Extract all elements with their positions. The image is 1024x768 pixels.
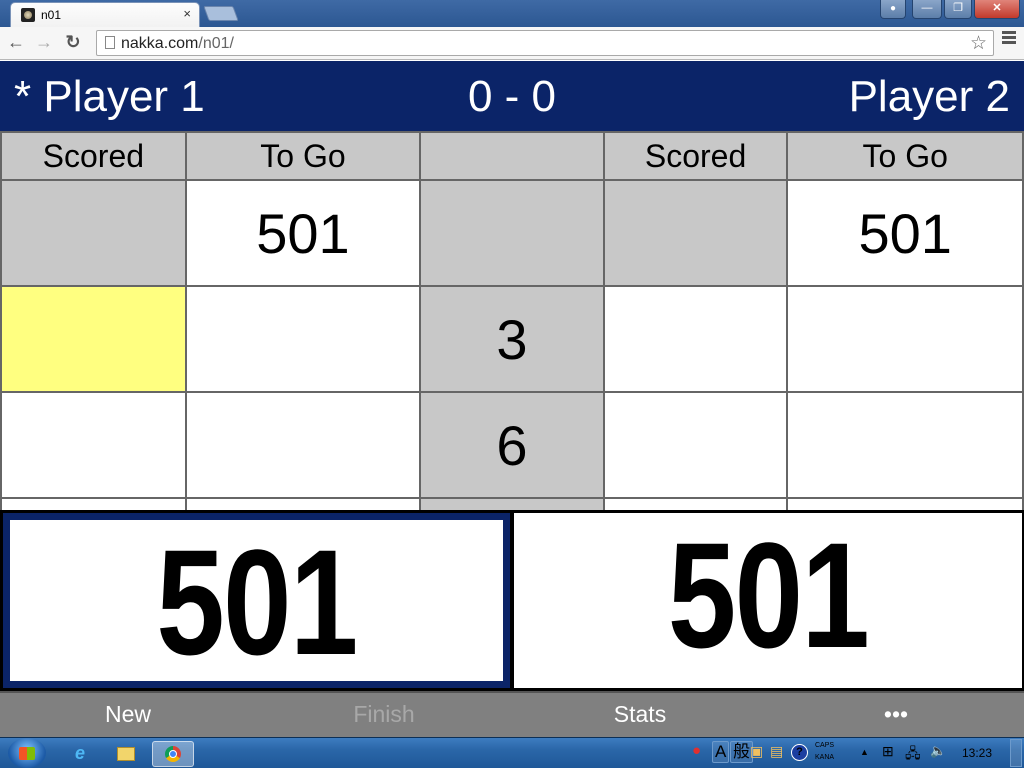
- darts-cell: 6: [419, 391, 605, 499]
- p2-scored-cell[interactable]: [602, 497, 789, 510]
- p2-togo-cell: [786, 497, 1024, 510]
- ime-status[interactable]: CAPS KANA: [815, 740, 834, 764]
- caps-indicator: CAPS: [815, 742, 835, 749]
- p1-scored-cell: [0, 179, 187, 287]
- p1-togo-cell: 501: [184, 179, 422, 287]
- new-tab-button[interactable]: [203, 6, 239, 21]
- clock[interactable]: 13:23: [962, 746, 992, 760]
- windows-taskbar: e ● A 般 ▣ ▤ ? CAPS KANA ▲ ⊞ 🖧 🔈 13:23: [0, 737, 1024, 768]
- browser-toolbar: ← → ↻ nakka.com/n01/ ☆: [0, 27, 1024, 60]
- player1-active-frame: 501: [3, 513, 510, 688]
- back-arrow-icon[interactable]: ←: [6, 32, 26, 53]
- bookmark-star-icon[interactable]: ☆: [970, 32, 987, 55]
- player1-name[interactable]: * Player 1: [14, 72, 205, 122]
- player2-remaining-panel: 501: [512, 510, 1024, 691]
- player2-frame: 501: [514, 513, 1022, 688]
- p2-scored-cell[interactable]: [602, 391, 789, 499]
- p1-togo-cell: [184, 391, 422, 499]
- show-desktop-button[interactable]: [1010, 739, 1022, 767]
- new-game-button[interactable]: New: [0, 693, 256, 737]
- game-header: 0 - 0 * Player 1 Player 2: [0, 61, 1024, 131]
- browser-tab[interactable]: n01 ×: [10, 2, 200, 27]
- url-host: nakka.com: [121, 35, 199, 52]
- table-row: 6: [0, 391, 1024, 499]
- ime-tools-icon[interactable]: ▤: [770, 743, 783, 760]
- ime-pad-icon[interactable]: ▣: [750, 743, 763, 760]
- table-row: 3: [0, 285, 1024, 393]
- ime-pin-icon[interactable]: ●: [692, 742, 701, 759]
- user-profile-button[interactable]: ●: [880, 0, 906, 19]
- reload-icon[interactable]: ↻: [63, 32, 83, 53]
- darts-cell: [419, 179, 605, 287]
- restore-icon: ❐: [953, 2, 963, 14]
- p2-togo-cell: [786, 285, 1024, 393]
- darts-header: [419, 131, 605, 181]
- p2-togo-cell: 501: [786, 179, 1024, 287]
- player1-remaining-panel: 501: [0, 510, 513, 691]
- kana-indicator: KANA: [815, 754, 835, 761]
- player1-remaining-score: 501: [156, 518, 358, 686]
- p2-togo-cell: [786, 391, 1024, 499]
- footer-toolbar: New Finish Stats •••: [0, 691, 1024, 737]
- player2-name[interactable]: Player 2: [849, 72, 1010, 122]
- chrome-taskbar-icon[interactable]: [152, 741, 194, 767]
- p1-score-input-cell[interactable]: [0, 285, 187, 393]
- tab-close-icon[interactable]: ×: [183, 6, 191, 21]
- board-header-row: Scored To Go Scored To Go: [0, 131, 1024, 181]
- maximize-button[interactable]: ❐: [944, 0, 972, 19]
- darts-cell: [419, 497, 605, 510]
- page-icon: [105, 36, 115, 49]
- p2-togo-header: To Go: [786, 131, 1024, 181]
- p1-scored-cell[interactable]: [0, 497, 187, 510]
- score-board: Scored To Go Scored To Go 501 501 3 6: [0, 131, 1024, 510]
- url-text[interactable]: nakka.com/n01/: [121, 35, 234, 53]
- p2-scored-header: Scored: [602, 131, 789, 181]
- ime-input-mode[interactable]: A: [712, 741, 730, 763]
- p2-scored-cell[interactable]: [602, 285, 789, 393]
- chrome-menu-icon[interactable]: [1002, 31, 1016, 46]
- p2-scored-cell: [602, 179, 789, 287]
- network-icon[interactable]: 🖧: [905, 743, 921, 767]
- p1-togo-header: To Go: [184, 131, 422, 181]
- p1-scored-cell[interactable]: [0, 391, 187, 499]
- dartboard-favicon-icon: [21, 8, 35, 22]
- p1-togo-cell: [184, 285, 422, 393]
- show-hidden-icons[interactable]: ▲: [860, 747, 869, 757]
- start-button[interactable]: [8, 738, 46, 768]
- more-options-button[interactable]: •••: [768, 693, 1024, 737]
- minimize-icon: —: [921, 2, 933, 14]
- player2-remaining-score: 501: [667, 511, 870, 679]
- close-icon: ✕: [992, 2, 1002, 14]
- minimize-button[interactable]: —: [912, 0, 942, 19]
- help-icon[interactable]: ?: [791, 744, 808, 761]
- p1-scored-header: Scored: [0, 131, 187, 181]
- file-explorer-icon[interactable]: [104, 741, 148, 767]
- forward-arrow-icon[interactable]: →: [34, 32, 54, 53]
- browser-titlebar: n01 × ● — ❐ ✕: [0, 0, 1024, 27]
- table-row: 501 501: [0, 179, 1024, 287]
- close-window-button[interactable]: ✕: [974, 0, 1020, 19]
- p1-togo-cell: [184, 497, 422, 510]
- stats-button[interactable]: Stats: [512, 693, 768, 737]
- volume-icon[interactable]: 🔈: [930, 743, 946, 759]
- user-icon: ●: [889, 3, 897, 14]
- address-bar[interactable]: nakka.com/n01/ ☆: [96, 30, 994, 56]
- table-row: [0, 497, 1024, 510]
- url-path: /n01/: [198, 35, 234, 52]
- finish-button[interactable]: Finish: [256, 693, 512, 737]
- internet-explorer-icon[interactable]: e: [58, 741, 102, 767]
- tab-title: n01: [41, 8, 62, 22]
- windows-flag-icon[interactable]: ⊞: [882, 743, 894, 760]
- darts-cell: 3: [419, 285, 605, 393]
